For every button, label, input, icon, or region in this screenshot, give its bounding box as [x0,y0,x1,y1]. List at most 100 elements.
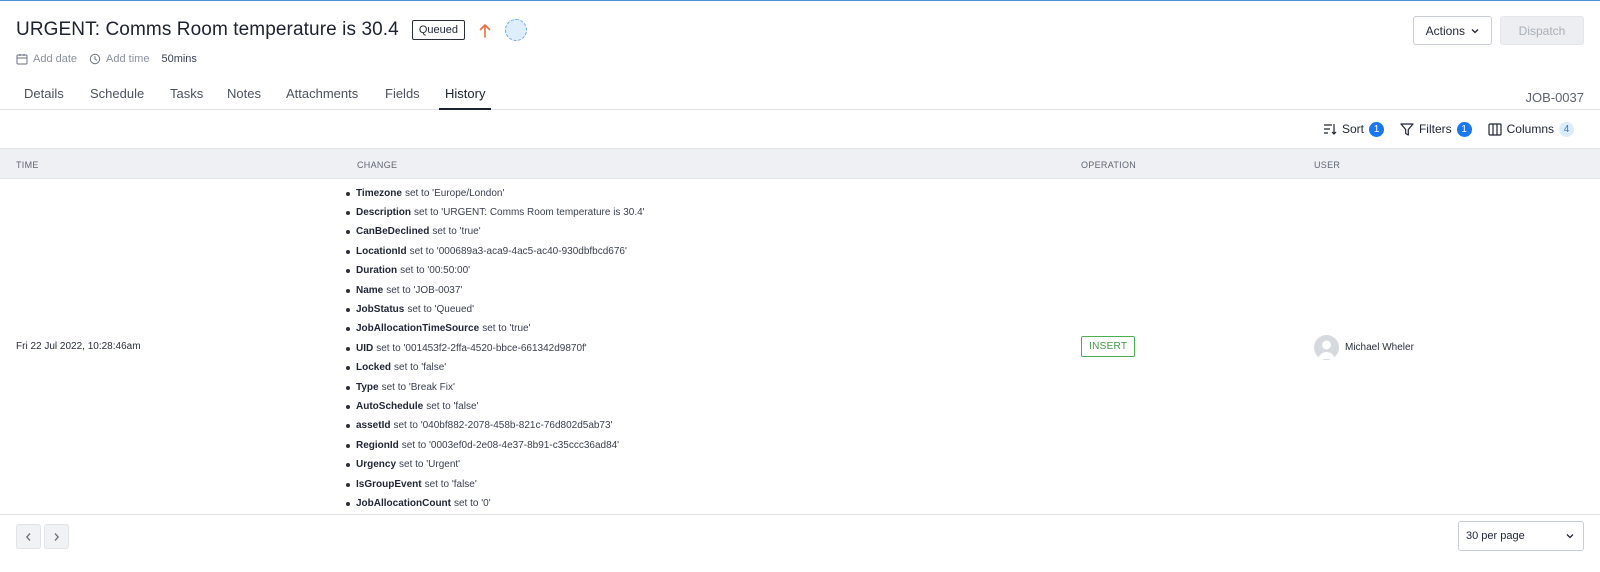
change-item: Urgency set to 'Urgent' [346,455,645,474]
actions-button[interactable]: Actions [1412,16,1492,45]
change-item: JobStatus set to 'Queued' [346,300,645,319]
table-header: TIME CHANGE OPERATION USER [0,148,1600,179]
column-header-operation[interactable]: OPERATION [1081,160,1136,170]
columns-button[interactable]: Columns 4 [1488,121,1574,137]
change-list: Timezone set to 'Europe/London' Descriptio… [346,184,645,514]
dispatch-button[interactable]: Dispatch [1500,16,1584,45]
arrow-up-icon[interactable] [477,21,493,39]
tab-schedule[interactable]: Schedule [84,86,150,110]
change-value-text: set to '0003ef0d-2e08-4e37-8b91-c35ccc36… [401,439,620,451]
change-field-name: Description [356,207,412,219]
avatar [1314,335,1339,360]
change-field-name: Locked [356,362,392,374]
table-toolbar: Sort 1 Filters 1 Columns 4 [1323,119,1574,139]
change-item: IsGroupEvent set to 'false' [346,475,645,494]
chevron-down-icon [1471,28,1479,33]
add-time-label: Add time [106,53,150,65]
change-value-text: set to 'true' [432,226,481,238]
user-cell: Michael Wheler [1314,335,1414,360]
change-item: RegionId set to '0003ef0d-2e08-4e37-8b91-… [346,436,645,455]
change-item: Locked set to 'false' [346,359,645,378]
change-item: Duration set to '00:50:00' [346,262,645,281]
filters-count-badge: 1 [1456,121,1472,137]
column-header-time[interactable]: TIME [16,160,39,170]
add-time-button[interactable]: Add time [89,53,149,65]
top-accent-line [0,0,1600,1]
change-field-name: JobAllocationTimeSource [356,323,480,335]
sort-icon [1323,123,1337,135]
change-field-name: JobAllocationCount [356,497,451,509]
tab-details[interactable]: Details [18,86,70,110]
change-field-name: IsGroupEvent [356,478,422,490]
change-value-text: set to 'true' [482,323,531,335]
add-date-button[interactable]: Add date [16,53,77,65]
tab-tasks[interactable]: Tasks [164,86,209,110]
columns-icon [1488,122,1502,136]
next-page-button[interactable] [44,524,69,549]
change-field-name: Name [356,284,384,296]
change-value-text: set to 'Urgent' [399,459,461,471]
change-field-name: JobStatus [356,304,405,316]
change-item: JobAllocationTimeSource set to 'true' [346,320,645,339]
meta-row: Add date Add time 50mins [16,53,1584,65]
tab-fields[interactable]: Fields [379,86,426,110]
tab-attachments[interactable]: Attachments [280,86,364,110]
change-value-text: set to '040bf882-2078-458b-821c-76d802d5… [393,420,613,432]
per-page-select[interactable]: 30 per page [1458,521,1584,551]
change-item: CanBeDeclined set to 'true' [346,223,645,242]
chevron-left-icon [25,532,31,541]
change-field-name: assetId [356,420,391,432]
clock-icon [89,53,101,65]
change-value-text: set to 'JOB-0037' [386,284,463,296]
columns-count-badge: 4 [1559,121,1574,137]
table-row[interactable]: Fri 22 Jul 2022, 10:28:46am Timezone set … [0,180,1600,515]
change-value-text: set to 'Break Fix' [381,381,455,393]
change-item: Timezone set to 'Europe/London' [346,184,645,203]
actions-label: Actions [1425,23,1465,38]
change-field-name: Urgency [356,459,397,471]
change-value-text: set to 'false' [426,400,479,412]
change-value-text: set to '001453f2-2ffa-4520-bbce-661342d9… [376,342,587,354]
change-field-name: RegionId [356,439,399,451]
change-field-name: AutoSchedule [356,400,424,412]
change-field-name: LocationId [356,245,407,257]
filters-button[interactable]: Filters 1 [1400,121,1472,137]
job-id: JOB-0037 [1525,90,1584,105]
page-title: URGENT: Comms Room temperature is 30.4 [16,19,399,40]
user-silhouette-icon [1318,340,1335,359]
filter-icon [1400,122,1414,136]
change-value-text: set to '00:50:00' [400,265,471,277]
column-header-user[interactable]: USER [1314,160,1340,170]
change-field-name: Type [356,381,379,393]
assignee-avatar-placeholder[interactable] [505,19,528,41]
sort-button[interactable]: Sort 1 [1323,121,1384,137]
time-cell: Fri 22 Jul 2022, 10:28:46am [16,341,141,352]
change-item: AutoSchedule set to 'false' [346,397,645,416]
tab-history[interactable]: History [439,86,492,110]
change-item: Name set to 'JOB-0037' [346,281,645,300]
change-value-text: set to 'Europe/London' [404,187,505,199]
change-item: Type set to 'Break Fix' [346,378,645,397]
tab-bar: Details Schedule Tasks Notes Attachments… [0,83,1600,110]
user-name: Michael Wheler [1345,342,1414,353]
change-item: LocationId set to '000689a3-aca9-4ac5-ac4… [346,242,645,261]
tab-notes[interactable]: Notes [221,86,267,110]
status-badge[interactable]: Queued [411,20,466,40]
change-field-name: Timezone [356,187,402,199]
change-item: JobAllocationCount set to '0' [346,494,645,513]
calendar-icon [16,54,28,65]
change-item: assetId set to '040bf882-2078-458b-821c-7… [346,417,645,436]
operation-badge: INSERT [1081,336,1136,357]
chevron-right-icon [54,532,60,541]
per-page-value: 30 per page [1466,530,1525,542]
change-value-text: set to 'Queued' [407,304,474,316]
duration-value[interactable]: 50mins [161,53,196,65]
previous-page-button[interactable] [16,524,41,549]
change-field-name: Duration [356,265,398,277]
change-value-text: set to 'URGENT: Comms Room temperature i… [414,207,645,219]
change-value-text: set to 'false' [394,362,447,374]
sort-label: Sort [1341,122,1364,136]
column-header-change[interactable]: CHANGE [357,160,397,170]
change-item: Description set to 'URGENT: Comms Room te… [346,203,645,222]
change-item: UID set to '001453f2-2ffa-4520-bbce-66134… [346,339,645,358]
